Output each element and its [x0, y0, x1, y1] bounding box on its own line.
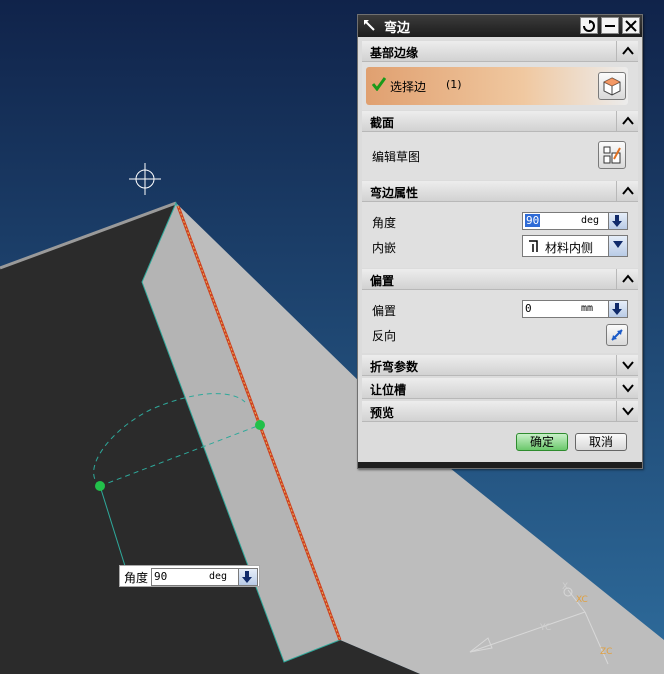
onscreen-angle-unit: deg	[209, 571, 228, 582]
flange-tool-icon	[364, 20, 375, 31]
offset-value: 0	[525, 302, 532, 315]
inset-dropdown[interactable]	[608, 236, 627, 256]
check-icon	[372, 77, 386, 91]
dialog-titlebar[interactable]: 弯边	[358, 15, 642, 37]
select-edge-row[interactable]: 选择边 (1)	[366, 67, 628, 105]
onscreen-angle-input: 角度 90 deg	[119, 565, 260, 587]
section-base-edge-title: 基部边缘	[370, 46, 419, 60]
onscreen-angle-field[interactable]: 90 deg	[151, 568, 258, 586]
angle-label: 角度	[372, 216, 397, 230]
section-props-title: 弯边属性	[370, 186, 419, 200]
section-relief-header[interactable]: 让位槽	[362, 378, 638, 399]
section-relief-title: 让位槽	[370, 383, 407, 397]
arrow-down-icon	[612, 303, 622, 315]
edge-midpoint-handle[interactable]	[255, 420, 265, 430]
section-preview-title: 预览	[370, 406, 395, 420]
chevron-up-icon	[622, 186, 634, 195]
chevron-up-icon	[622, 274, 634, 283]
onscreen-angle-dropdown[interactable]	[238, 569, 257, 585]
section-sketch-body: 编辑草图	[362, 132, 638, 180]
chevron-up-icon	[622, 46, 634, 55]
cube-icon	[603, 77, 621, 96]
edit-sketch-button[interactable]	[598, 141, 626, 169]
reverse-direction-icon	[611, 329, 623, 341]
section-preview-header[interactable]: 预览	[362, 401, 638, 422]
collapse-sketch[interactable]	[616, 111, 638, 131]
minus-icon	[605, 25, 615, 27]
offset-field[interactable]: 0 mm	[522, 300, 628, 318]
angle-unit: deg	[581, 215, 600, 226]
inset-label: 内嵌	[372, 241, 397, 255]
collapse-base-edge[interactable]	[616, 41, 638, 61]
onscreen-angle-value: 90	[154, 570, 168, 583]
flange-dialog: 弯边 基部边缘 选择边 (1) 截面 编辑草图 弯边属性 角度 内嵌 90 de…	[357, 14, 643, 469]
triad-yc-label: YC	[539, 623, 551, 633]
chevron-down-icon	[613, 241, 623, 248]
angle-dropdown[interactable]	[608, 213, 627, 229]
section-offset-header[interactable]: 偏置	[362, 269, 638, 290]
inset-value: 材料内侧	[545, 241, 594, 255]
angle-handle[interactable]	[95, 481, 105, 491]
offset-unit: mm	[581, 303, 594, 314]
reverse-direction-button[interactable]	[606, 324, 628, 346]
section-props-header[interactable]: 弯边属性	[362, 181, 638, 202]
reset-button[interactable]	[580, 17, 598, 34]
dialog-status-strip	[358, 462, 642, 468]
offset-label: 偏置	[372, 304, 397, 318]
triad-zc-label: ZC	[600, 647, 612, 657]
sketch-icon	[603, 146, 621, 164]
edit-sketch-label: 编辑草图	[372, 150, 421, 164]
cancel-button[interactable]: 取消	[575, 433, 627, 451]
chevron-down-icon	[622, 384, 634, 393]
select-edge-count: (1)	[446, 78, 462, 91]
collapse-offset[interactable]	[616, 269, 638, 289]
offset-dropdown[interactable]	[608, 301, 627, 317]
section-base-edge-header[interactable]: 基部边缘	[362, 41, 638, 62]
section-offset-title: 偏置	[370, 274, 395, 288]
expand-bend-params[interactable]	[616, 355, 638, 375]
expand-preview[interactable]	[616, 401, 638, 421]
onscreen-angle-label: 角度	[124, 571, 149, 585]
collapse-props[interactable]	[616, 181, 638, 201]
triad-x-label: X	[562, 582, 568, 592]
section-sketch-header[interactable]: 截面	[362, 111, 638, 132]
arrow-down-icon	[612, 215, 622, 227]
select-edge-label: 选择边	[390, 80, 427, 94]
section-sketch-title: 截面	[370, 116, 395, 130]
minimize-button[interactable]	[601, 17, 619, 34]
close-button[interactable]	[622, 17, 640, 34]
chevron-down-icon	[622, 361, 634, 370]
arrow-down-icon	[242, 571, 252, 583]
angle-field[interactable]: 90 deg	[522, 212, 628, 230]
section-bend-params-header[interactable]: 折弯参数	[362, 355, 638, 376]
inset-select[interactable]: 材料内侧	[522, 235, 628, 257]
angle-value: 90	[525, 214, 541, 227]
close-icon	[625, 20, 637, 32]
inset-icon	[529, 240, 538, 252]
chevron-up-icon	[622, 116, 634, 125]
chevron-down-icon	[622, 407, 634, 416]
select-edge-button[interactable]	[598, 72, 626, 100]
triad-xc-label: XC	[576, 595, 588, 605]
dialog-title: 弯边	[384, 21, 411, 36]
expand-relief[interactable]	[616, 378, 638, 398]
reverse-label: 反向	[372, 329, 397, 343]
section-bend-params-title: 折弯参数	[370, 360, 419, 374]
reset-icon	[583, 20, 595, 32]
ok-button[interactable]: 确定	[516, 433, 568, 451]
